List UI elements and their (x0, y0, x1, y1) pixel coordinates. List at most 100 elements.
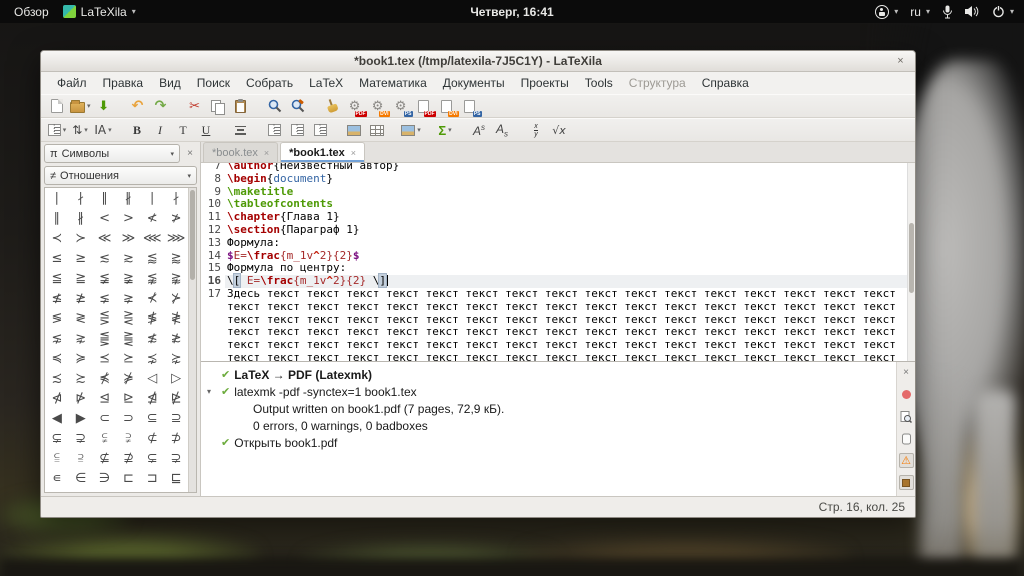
view-log-button[interactable] (899, 409, 914, 424)
redo-button[interactable]: ↷ (151, 96, 171, 116)
symbol-cell[interactable]: ⊄ (140, 428, 164, 448)
symbol-cell[interactable]: ⊀ (140, 288, 164, 308)
build-message[interactable]: ▾✔latexmk -pdf -synctex=1 book1.tex (207, 383, 896, 400)
menu-Справка[interactable]: Справка (694, 74, 757, 92)
editor-line-17[interactable]: 17Здесь текст текст текст текст текст те… (201, 288, 915, 361)
editor-line-12[interactable]: 12\section{Параграф 1} (201, 224, 915, 237)
symbol-cell[interactable]: ⪊ (164, 268, 188, 288)
text-editor[interactable]: 7\author{Неизвестный автор}8\begin{docum… (201, 163, 915, 361)
symbol-cell[interactable]: ≧ (69, 268, 93, 288)
symbol-cell[interactable]: ≺ (45, 228, 69, 248)
abort-build-button[interactable] (899, 387, 914, 402)
description-button[interactable] (310, 120, 330, 140)
symbol-cell[interactable]: ⊴ (93, 388, 117, 408)
show-details-button[interactable] (899, 431, 914, 446)
symbol-cell[interactable]: ≲ (93, 248, 117, 268)
editor-scrollbar[interactable] (907, 163, 915, 361)
symbol-cell[interactable]: ⊋ (69, 428, 93, 448)
clock[interactable]: Четверг, 16:41 (0, 5, 1024, 19)
symbol-cell[interactable]: ⊆ (140, 408, 164, 428)
italic-button[interactable]: I (150, 120, 170, 140)
menu-Структура[interactable]: Структура (621, 74, 694, 92)
symbol-cell[interactable]: ⋩ (164, 348, 188, 368)
side-panel-close-button[interactable]: × (183, 148, 197, 159)
symbol-cell[interactable]: ⋦ (45, 328, 69, 348)
symbol-cell[interactable]: ⪆ (164, 248, 188, 268)
paste-button[interactable] (231, 96, 251, 116)
symbol-cell[interactable]: ⫅ (45, 448, 69, 468)
volume-icon[interactable] (965, 5, 980, 18)
symbol-cell[interactable]: ⪇ (93, 288, 117, 308)
menu-Документы[interactable]: Документы (435, 74, 513, 92)
symbol-cell[interactable]: ⊈ (93, 448, 117, 468)
references-button[interactable]: ⇅▾ (70, 120, 90, 140)
symbol-cell[interactable]: ⋬ (140, 388, 164, 408)
symbol-cell[interactable]: ∋ (93, 468, 117, 488)
window-close-button[interactable]: × (893, 54, 908, 69)
symbol-cell[interactable]: ∣ (45, 188, 69, 208)
search-replace-button[interactable] (288, 96, 308, 116)
microphone-icon[interactable] (942, 5, 953, 19)
build-pdf-button[interactable]: ⚙PDF (345, 96, 365, 116)
symbol-cell[interactable]: ≼ (45, 348, 69, 368)
insert-table-button[interactable] (367, 120, 387, 140)
symbol-cell[interactable]: ∣ (140, 188, 164, 208)
math-environment-button[interactable]: ▾ (401, 120, 421, 140)
symbol-cell[interactable]: ⊊ (45, 428, 69, 448)
symbol-cell[interactable]: ∤ (164, 188, 188, 208)
symbol-cell[interactable]: ⫋ (93, 428, 117, 448)
symbol-cell[interactable]: ≴ (140, 328, 164, 348)
symbol-cell[interactable]: ≫ (117, 228, 141, 248)
symbol-category-selector[interactable]: ≠ Отношения ▾ (44, 166, 197, 185)
view-pdf-button[interactable]: PDF (414, 96, 434, 116)
symbol-cell[interactable]: ⊑ (164, 468, 188, 488)
menu-Вид[interactable]: Вид (151, 74, 189, 92)
symbol-cell[interactable]: ⊃ (117, 408, 141, 428)
symbol-cell[interactable]: ⋨ (140, 348, 164, 368)
symbol-cell[interactable]: ≶ (45, 308, 69, 328)
symbol-cell[interactable]: ⊇ (164, 408, 188, 428)
symbol-cell[interactable]: ⊅ (164, 428, 188, 448)
symbol-cell[interactable]: ⋠ (93, 368, 117, 388)
symbol-cell[interactable]: ≥ (69, 248, 93, 268)
search-button[interactable] (265, 96, 285, 116)
symbol-cell[interactable]: ∤ (69, 188, 93, 208)
build-message[interactable]: ✔Открыть book1.pdf (207, 434, 896, 451)
symbol-cell[interactable]: ∊ (45, 468, 69, 488)
symbol-cell[interactable]: ∥ (45, 208, 69, 228)
symbols-scrollbar[interactable] (188, 188, 196, 492)
symbol-cell[interactable]: ⊒ (45, 488, 69, 492)
build-message[interactable]: Output written on book1.pdf (7 pages, 72… (207, 400, 896, 417)
view-ps-button[interactable]: PS (460, 96, 480, 116)
cut-button[interactable]: ✂ (185, 96, 205, 116)
symbol-cell[interactable]: ⪈ (117, 288, 141, 308)
square-root-button[interactable]: √x (549, 120, 569, 140)
symbol-cell[interactable]: ⊵ (117, 388, 141, 408)
subscript-button[interactable]: As (492, 120, 512, 140)
close-icon[interactable]: × (264, 148, 269, 158)
menu-Проекты[interactable]: Проекты (513, 74, 577, 92)
symbol-cell[interactable]: ≾ (45, 368, 69, 388)
symbol-cell[interactable]: ≿ (69, 368, 93, 388)
fraction-button[interactable]: xy (526, 120, 546, 140)
symbol-cell[interactable]: ∦ (69, 208, 93, 228)
symbol-cell[interactable]: ∦ (117, 188, 141, 208)
power-menu[interactable]: ▾ (992, 5, 1014, 18)
activities-button[interactable]: Обзор (14, 5, 49, 19)
symbol-cell[interactable]: ≰ (45, 288, 69, 308)
symbol-cell[interactable]: ≹ (164, 308, 188, 328)
expander-icon[interactable]: ▾ (207, 387, 217, 396)
symbol-cell[interactable]: ⋙ (164, 228, 188, 248)
symbol-cell[interactable]: ≤ (45, 248, 69, 268)
clean-build-files-button[interactable] (322, 96, 342, 116)
show-badboxes-toggle[interactable] (899, 475, 914, 490)
symbol-cell[interactable]: ⊊ (140, 448, 164, 468)
symbol-cell[interactable]: ≷ (69, 308, 93, 328)
symbol-cell[interactable]: ⊂ (93, 408, 117, 428)
symbol-cell[interactable]: > (117, 208, 141, 228)
character-size-button[interactable]: ΙA▾ (93, 120, 113, 140)
symbol-cell[interactable]: ⊋ (164, 448, 188, 468)
menu-LaTeX[interactable]: LaTeX (301, 74, 351, 92)
tab-book1-tex[interactable]: *book1.tex× (280, 142, 365, 162)
symbol-cell[interactable]: < (93, 208, 117, 228)
